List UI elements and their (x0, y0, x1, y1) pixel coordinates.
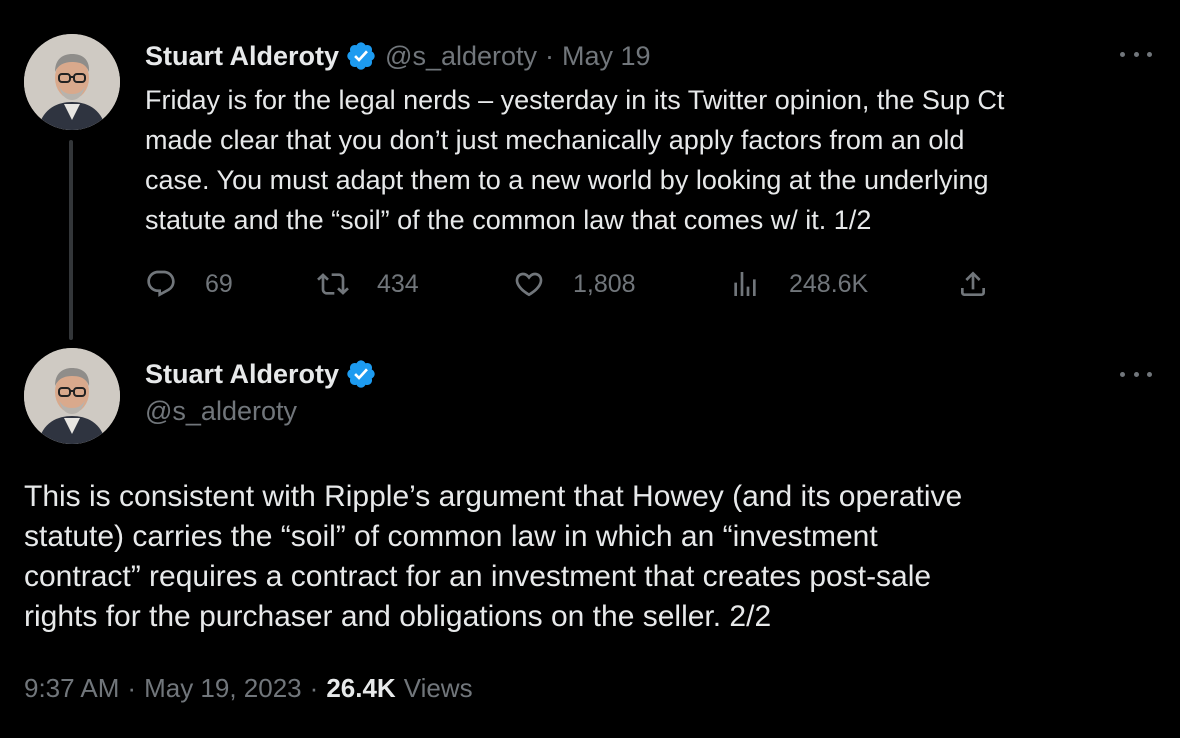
avatar-image (24, 34, 120, 130)
reply-button[interactable]: 69 (145, 264, 233, 304)
verified-badge-icon[interactable] (345, 358, 377, 390)
retweet-icon (317, 273, 349, 295)
views-chart-icon (734, 272, 756, 296)
tweet-actions-bar: 69 434 1,808 248.6K (145, 264, 1005, 304)
tweet-date[interactable]: May 19 (562, 41, 651, 72)
avatar-image (24, 348, 120, 444)
views-count[interactable]: 26.4K (326, 673, 395, 704)
tweet-time[interactable]: 9:37 AM (24, 673, 119, 704)
retweet-button[interactable]: 434 (317, 264, 419, 304)
share-icon (961, 271, 985, 296)
author-handle[interactable]: @s_alderoty (385, 41, 537, 72)
views-button[interactable]: 248.6K (729, 264, 868, 304)
retweet-count: 434 (377, 269, 419, 298)
more-options-icon[interactable] (1120, 44, 1152, 64)
separator-dot: · (127, 672, 137, 703)
like-count: 1,808 (573, 269, 636, 298)
like-button[interactable]: 1,808 (513, 264, 636, 304)
tweet-text: This is consistent with Ripple’s argumen… (24, 480, 963, 633)
share-button[interactable] (957, 264, 989, 304)
thread-connector-line (69, 140, 73, 340)
separator-dot: · (309, 672, 319, 703)
avatar[interactable] (24, 34, 120, 130)
avatar[interactable] (24, 348, 120, 444)
views-label: Views (403, 672, 473, 703)
tweet-text: Friday is for the legal nerds – yesterda… (145, 85, 1005, 235)
reply-count: 69 (205, 269, 233, 298)
tweet-meta: 9:37 AM · May 19, 2023 · 26.4K Views (24, 668, 473, 708)
author-name[interactable]: Stuart Alderoty (145, 359, 339, 390)
heart-icon (515, 272, 543, 297)
separator-dot: · (545, 40, 555, 71)
verified-badge-icon[interactable] (345, 40, 377, 72)
author-name[interactable]: Stuart Alderoty (145, 41, 339, 72)
tweet2-header: Stuart Alderoty (145, 356, 377, 392)
tweet-full-date[interactable]: May 19, 2023 (144, 673, 302, 704)
tweet1-header: Stuart Alderoty @s_alderoty · May 19 (145, 38, 651, 74)
views-count: 248.6K (789, 269, 869, 298)
author-handle[interactable]: @s_alderoty (145, 396, 297, 427)
more-options-icon[interactable] (1120, 364, 1152, 384)
reply-icon (147, 270, 175, 297)
